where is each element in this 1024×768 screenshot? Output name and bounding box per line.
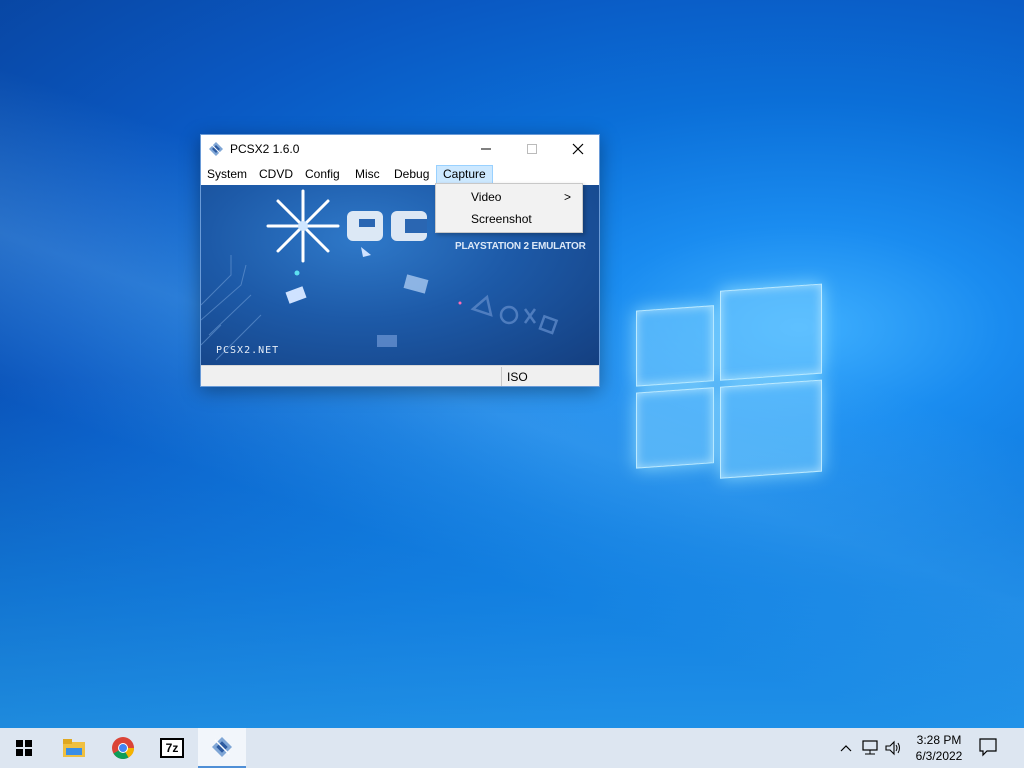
taskbar-7zip[interactable]: 7z [148,728,196,768]
network-icon [862,740,878,755]
wallpaper-floor-glow [0,380,1024,728]
file-explorer-icon [63,739,85,757]
menu-misc[interactable]: Misc [349,165,386,184]
status-separator [501,367,502,386]
menu-cdvd[interactable]: CDVD [253,165,299,184]
maximize-icon [527,144,537,154]
taskbar-chrome[interactable] [99,728,147,768]
maximize-button[interactable] [509,135,555,163]
splash-subtitle: PLAYSTATION 2 EMULATOR [455,241,586,252]
pcsx2-icon [212,737,232,757]
clock-date: 6/3/2022 [915,749,963,763]
minimize-icon [481,148,491,150]
network-button[interactable] [860,738,880,758]
menu-config[interactable]: Config [299,165,346,184]
windows-logo-wallpaper [636,283,824,486]
submenu-arrow-icon: > [563,190,571,204]
notification-icon [979,738,997,757]
menu-capture[interactable]: Capture [436,165,493,184]
chevron-up-icon [840,745,852,752]
menu-bar: System CDVD Config Misc Debug Capture [201,163,599,185]
windows-start-icon [16,740,32,756]
volume-button[interactable] [884,738,904,758]
menu-debug[interactable]: Debug [388,165,435,184]
show-hidden-icons-button[interactable] [836,738,856,758]
menu-system[interactable]: System [201,165,253,184]
7zip-icon-label: 7z [165,741,179,755]
taskbar-file-explorer[interactable] [50,728,98,768]
capture-dropdown-menu: Video > Screenshot [435,183,583,233]
taskbar-pcsx2[interactable] [198,728,246,768]
status-bar: ISO [201,365,599,386]
pcsx2-window[interactable]: PCSX2 1.6.0 System CDVD Config Misc Debu… [200,134,600,387]
menu-item-screenshot[interactable]: Screenshot [437,208,581,230]
title-bar[interactable]: PCSX2 1.6.0 [201,135,599,163]
chrome-icon [112,737,134,759]
minimize-button[interactable] [463,135,509,163]
splash-site: PCSX2.NET [216,345,280,356]
clock-time: 3:28 PM [916,733,962,747]
taskbar-clock[interactable]: 3:28 PM 6/3/2022 [908,732,970,764]
volume-icon [885,740,900,756]
taskbar: 7z 3:28 PM 6/3/2022 [0,728,1024,768]
menu-item-video[interactable]: Video > [437,186,581,208]
window-title: PCSX2 1.6.0 [230,142,300,156]
pcsx2-icon [209,142,223,156]
7zip-icon: 7z [160,738,184,758]
action-center-button[interactable] [978,737,1002,759]
menu-item-label: Screenshot [471,212,532,226]
menu-item-label: Video [471,190,502,204]
close-icon [572,143,584,155]
start-button[interactable] [0,728,48,768]
close-button[interactable] [555,135,601,163]
status-mode: ISO [507,370,528,384]
